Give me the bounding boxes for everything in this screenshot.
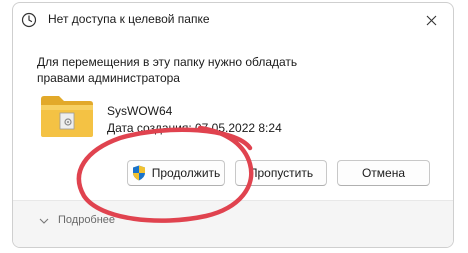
file-name: SysWOW64 [107, 104, 173, 118]
dialog-window: Нет доступа к целевой папке Для перемеще… [12, 2, 454, 248]
cancel-button[interactable]: Отмена [337, 160, 430, 186]
title-bar[interactable]: Нет доступа к целевой папке [13, 3, 453, 37]
button-row: Продолжить Пропустить Отмена [13, 160, 453, 188]
clock-icon [21, 12, 37, 28]
dialog-message: Для перемещения в эту папку нужно облада… [37, 55, 298, 85]
chevron-down-icon[interactable] [39, 217, 49, 225]
continue-button[interactable]: Продолжить [127, 160, 225, 186]
close-icon [426, 15, 436, 25]
window-title: Нет доступа к целевой папке [48, 12, 210, 26]
skip-button[interactable]: Пропустить [235, 160, 327, 186]
file-date: Дата создания: 07.05.2022 8:24 [107, 121, 282, 135]
uac-shield-icon [132, 165, 145, 181]
folder-icon [41, 96, 93, 137]
details-toggle[interactable]: Подробнее [58, 214, 115, 226]
cancel-label: Отмена [361, 166, 406, 180]
continue-label: Продолжить [151, 166, 221, 180]
details-footer: Подробнее [13, 200, 453, 247]
close-button[interactable] [409, 3, 453, 37]
skip-label: Пропустить [248, 166, 314, 180]
